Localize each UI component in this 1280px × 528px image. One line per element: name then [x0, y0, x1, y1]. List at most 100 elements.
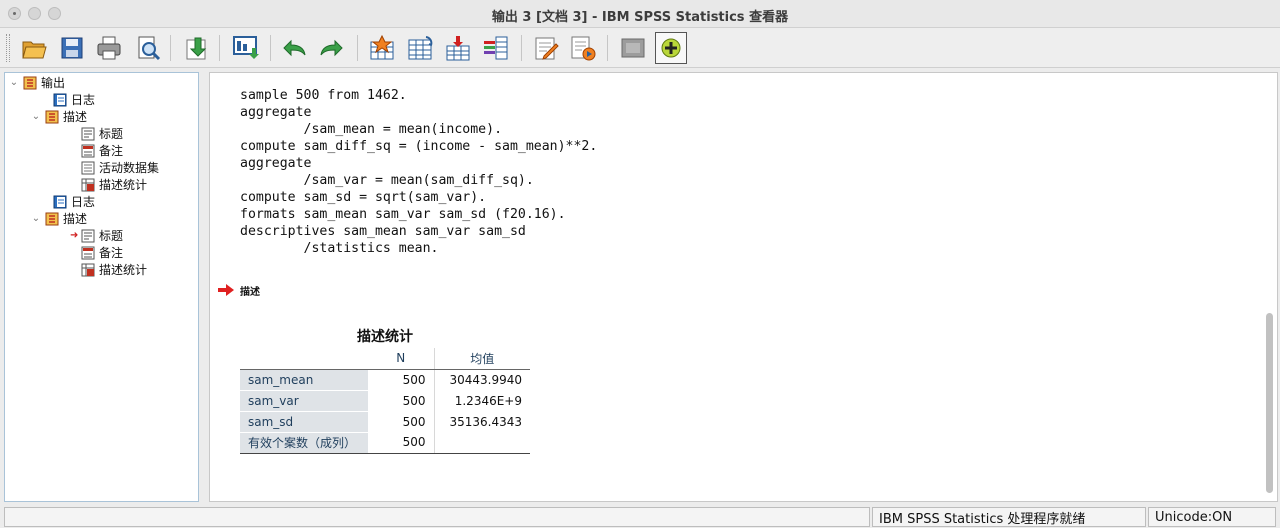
tree-node-title[interactable]: 标题 [81, 125, 123, 142]
toolbar-separator [607, 35, 608, 61]
row-label: sam_var [240, 390, 368, 412]
notes-icon [81, 246, 95, 259]
syntax-line: /sam_var = mean(sam_diff_sq). [240, 173, 534, 188]
goto-variable-icon [408, 36, 433, 60]
goto-variable-button[interactable] [404, 32, 436, 64]
output-book-icon [45, 212, 59, 225]
tree-node-output[interactable]: ⌄ 输出 [9, 74, 65, 91]
column-header [240, 348, 368, 370]
toolbar [0, 28, 1280, 68]
toolbar-separator [170, 35, 171, 61]
syntax-line: formats sam_mean sam_var sam_sd (f20.16)… [240, 207, 566, 222]
vertical-scrollbar-thumb[interactable] [1266, 313, 1273, 493]
syntax-log-block[interactable]: sample 500 from 1462. aggregate /sam_mean… [240, 87, 597, 257]
cell-mean [434, 432, 530, 454]
log-icon [53, 93, 67, 106]
log-icon [53, 195, 67, 208]
spss-viewer-window: 输出 3 [文档 3] - IBM SPSS Statistics 查看器 ⌄ … [0, 0, 1280, 528]
run-script-button[interactable] [567, 32, 599, 64]
hide-icon [621, 38, 645, 58]
current-item-arrow-icon: ➜ [70, 230, 79, 241]
goto-case-icon [370, 34, 394, 60]
goto-case-button[interactable] [366, 32, 398, 64]
table-row: sam_var 500 1.2346E+9 [240, 390, 530, 412]
tree-node-label: 日志 [71, 93, 96, 107]
outline-tree-pane[interactable]: ⌄ 输出 日志 ⌄ 描述 标题 备注 活动数据集 描述统计 日志 ⌄ 描述 ➜ … [4, 72, 199, 502]
tree-node-active-dataset[interactable]: 活动数据集 [81, 159, 159, 176]
tree-node-title[interactable]: 标题 [81, 227, 123, 244]
table-row: 有效个案数（成列） 500 [240, 432, 530, 454]
chevron-down-icon[interactable]: ⌄ [31, 213, 41, 224]
section-heading[interactable]: 描述 [218, 282, 260, 298]
tree-node-label: 描述 [63, 110, 88, 124]
syntax-line: descriptives sam_mean sam_var sam_sd [240, 224, 526, 239]
designate-window-icon [535, 37, 559, 60]
tree-node-notes[interactable]: 备注 [81, 142, 123, 159]
redo-button[interactable] [316, 32, 348, 64]
insert-cases-button[interactable] [442, 32, 474, 64]
syntax-line: compute sam_diff_sq = (income - sam_mean… [240, 139, 598, 154]
table-row: sam_mean 500 30443.9940 [240, 368, 530, 391]
tree-node-descriptive-statistics[interactable]: 描述统计 [81, 176, 147, 193]
undo-button[interactable] [278, 32, 310, 64]
notes-icon [81, 144, 95, 157]
status-bar: IBM SPSS Statistics 处理程序就绪 Unicode:ON [0, 506, 1280, 528]
section-heading-label: 描述 [240, 286, 260, 298]
chevron-down-icon[interactable]: ⌄ [31, 111, 41, 122]
tree-node-descriptives[interactable]: ⌄ 描述 [31, 108, 87, 125]
tree-node-log[interactable]: 日志 [53, 91, 95, 108]
pane-splitter[interactable] [199, 72, 209, 502]
tree-node-label: 描述统计 [99, 263, 148, 277]
syntax-line: compute sam_sd = sqrt(sam_var). [240, 190, 487, 205]
save-button[interactable] [56, 32, 88, 64]
table-title: 描述统计 [357, 329, 413, 345]
print-button[interactable] [93, 32, 125, 64]
cell-mean: 35136.4343 [449, 414, 522, 429]
redo-icon [320, 39, 343, 57]
variables-icon [484, 36, 508, 60]
chevron-down-icon[interactable]: ⌄ [9, 77, 19, 88]
title-icon [81, 127, 95, 140]
cell-n: 500 [368, 432, 435, 454]
save-icon [61, 37, 83, 59]
undo-icon [283, 39, 306, 57]
tree-node-notes[interactable]: 备注 [81, 244, 123, 261]
recall-dialog-icon [233, 36, 259, 59]
cell-n: 500 [368, 390, 435, 411]
current-item-arrow-icon [218, 284, 234, 296]
create-new-button[interactable] [655, 32, 687, 64]
table-icon [81, 263, 95, 276]
recall-dialog-button[interactable] [230, 32, 262, 64]
descriptive-statistics-table[interactable]: N 均值 sam_mean 500 30443.9940 sam_var 500… [240, 348, 530, 454]
tree-node-label: 日志 [71, 195, 96, 209]
unicode-status: Unicode:ON [1148, 507, 1276, 527]
designate-window-button[interactable] [530, 32, 562, 64]
tree-node-label: 描述 [63, 212, 88, 226]
tree-node-log[interactable]: 日志 [53, 193, 95, 210]
output-content-pane[interactable]: sample 500 from 1462. aggregate /sam_mean… [209, 72, 1278, 502]
print-preview-button[interactable] [132, 32, 164, 64]
hide-button[interactable] [617, 32, 649, 64]
tree-node-descriptive-statistics[interactable]: 描述统计 [81, 261, 147, 278]
export-button[interactable] [181, 32, 213, 64]
tree-node-label: 标题 [99, 127, 124, 141]
tree-node-label: 描述统计 [99, 178, 148, 192]
create-new-icon [661, 38, 681, 58]
processor-status: IBM SPSS Statistics 处理程序就绪 [872, 507, 1146, 527]
title-icon [81, 229, 95, 242]
open-button[interactable] [18, 32, 50, 64]
window-title: 输出 3 [文档 3] - IBM SPSS Statistics 查看器 [491, 10, 789, 25]
tree-node-label: 备注 [99, 144, 124, 158]
table-icon [81, 178, 95, 191]
export-icon [186, 37, 207, 60]
dataset-icon [81, 161, 95, 174]
tree-node-descriptives[interactable]: ⌄ 描述 [31, 210, 87, 227]
cell-n: 500 [368, 411, 435, 432]
variables-button[interactable] [480, 32, 512, 64]
print-preview-icon [138, 36, 161, 61]
output-book-icon [45, 110, 59, 123]
toolbar-grip[interactable] [6, 34, 10, 62]
toolbar-separator [357, 35, 358, 61]
tree-node-label: 活动数据集 [99, 161, 160, 175]
row-label: sam_sd [240, 411, 368, 433]
